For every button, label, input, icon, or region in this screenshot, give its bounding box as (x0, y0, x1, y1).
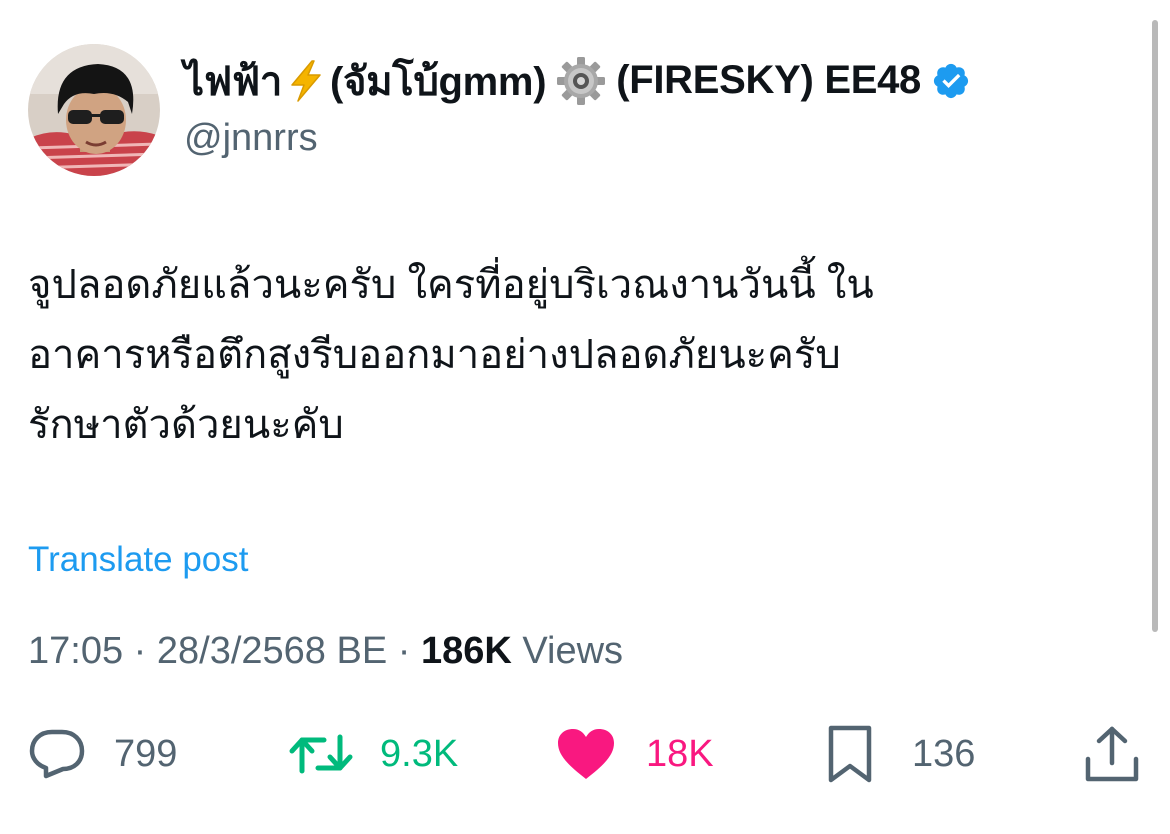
display-name-part1: ไฟฟ้า (184, 59, 283, 104)
share-button[interactable] (1084, 722, 1140, 786)
verified-badge-icon (933, 63, 969, 98)
reply-count: 799 (114, 732, 178, 775)
views-count: 186K (420, 630, 512, 672)
like-count: 18K (646, 732, 714, 775)
bookmark-button[interactable]: 136 (826, 722, 975, 786)
tweet-header: ไฟฟ้า (จัมโบ้gmm) (FIRESKY) EE48 @jnnrrs (28, 44, 971, 176)
high-voltage-emoji-icon (286, 59, 326, 103)
retweet-button[interactable]: 9.3K (288, 722, 458, 786)
retweet-icon (289, 734, 353, 774)
like-button[interactable]: 18K (556, 722, 714, 786)
display-name-row[interactable]: ไฟฟ้า (จัมโบ้gmm) (FIRESKY) EE48 (184, 49, 971, 113)
display-name-part2: (จัมโบ้gmm) (330, 59, 547, 104)
retweet-count: 9.3K (380, 732, 459, 775)
tweet-actions: 799 9.3K 18K 136 (28, 722, 1140, 786)
translate-post-link[interactable]: Translate post (28, 540, 248, 580)
meta-separator: · (397, 630, 411, 672)
tweet-meta: 17:05 · 28/3/2568 BE · 186K Views (28, 630, 623, 673)
author-handle[interactable]: @jnnrrs (184, 117, 971, 160)
views-label: Views (522, 630, 624, 672)
gear-emoji-icon (556, 56, 606, 106)
bookmark-icon (828, 725, 872, 783)
tweet-text: จูปลอดภัยแล้วนะครับ ใครที่อยู่บริเวณงานว… (28, 263, 874, 447)
tweet-time[interactable]: 17:05 (28, 630, 123, 672)
author-names: ไฟฟ้า (จัมโบ้gmm) (FIRESKY) EE48 @jnnrrs (184, 49, 971, 160)
reply-button[interactable]: 799 (28, 722, 177, 786)
heart-icon (558, 729, 614, 779)
bookmark-count: 136 (912, 732, 976, 775)
display-name-part3: (FIRESKY) EE48 (616, 58, 921, 102)
tweet-date[interactable]: 28/3/2568 BE (157, 630, 387, 672)
avatar[interactable] (28, 44, 160, 176)
meta-separator: · (133, 630, 147, 672)
scrollbar[interactable] (1152, 20, 1158, 632)
reply-icon (29, 729, 85, 779)
share-icon (1085, 726, 1139, 782)
